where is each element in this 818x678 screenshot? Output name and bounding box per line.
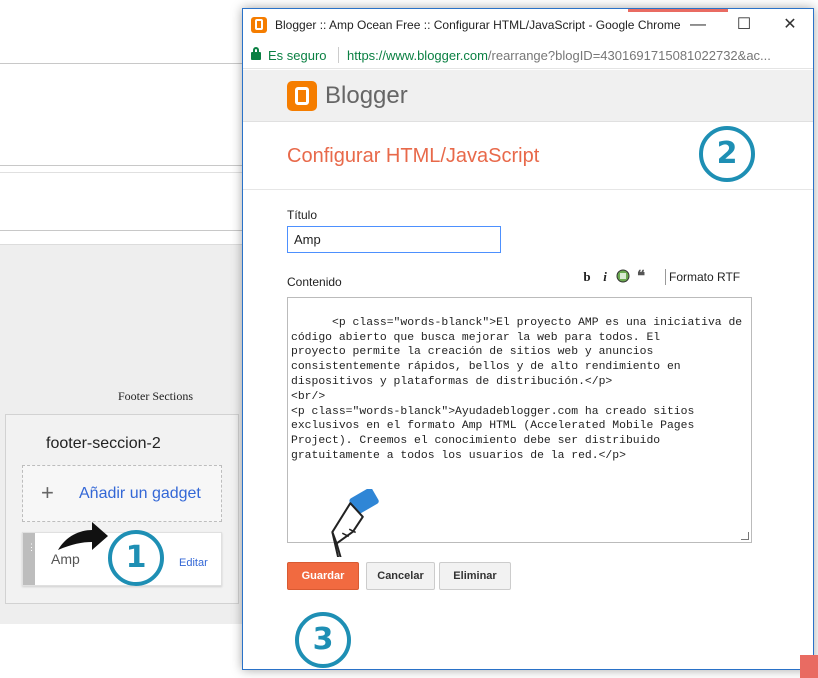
arrow-right-icon (58, 522, 108, 550)
lock-icon (251, 47, 261, 61)
quote-button[interactable]: ❝ (633, 268, 649, 286)
gadget-edit-link[interactable]: Editar (179, 557, 208, 569)
url-text[interactable]: https://www.blogger.com/rearrange?blogID… (347, 48, 771, 63)
secure-label: Es seguro (268, 48, 327, 63)
footer-sections-heading: Footer Sections (118, 389, 193, 403)
content-label: Contenido (287, 275, 342, 289)
pointing-hand-icon (331, 489, 379, 557)
background-divider (0, 63, 243, 64)
resize-handle[interactable] (741, 532, 749, 540)
url-host: https://www.blogger.com (347, 48, 488, 63)
window-titlebar: Blogger :: Amp Ocean Free :: Configurar … (243, 9, 813, 41)
close-button[interactable]: ✕ (767, 9, 813, 41)
delete-button[interactable]: Eliminar (439, 562, 511, 590)
image-insert-button[interactable] (615, 268, 631, 286)
url-path: /rearrange?blogID=4301691715081022732&ac… (487, 48, 771, 63)
window-title: Blogger :: Amp Ocean Free :: Configurar … (275, 18, 681, 32)
popup-window: Blogger :: Amp Ocean Free :: Configurar … (242, 8, 814, 670)
screen: Footer Sections footer-seccion-2 + Añadi… (0, 0, 818, 678)
add-gadget-button[interactable]: + Añadir un gadget (22, 465, 222, 522)
drag-handle[interactable]: ⋮ (23, 533, 36, 585)
italic-button[interactable]: i (597, 268, 613, 286)
rich-text-toggle[interactable]: Formato RTF (669, 270, 740, 284)
title-input[interactable] (287, 226, 501, 253)
section-name: footer-seccion-2 (46, 435, 161, 452)
address-separator (338, 47, 339, 63)
title-label: Título (287, 208, 318, 222)
background-divider (0, 165, 243, 166)
blogger-header: Blogger (243, 70, 813, 122)
background-divider (0, 172, 243, 173)
bold-button[interactable]: b (579, 268, 595, 286)
save-button[interactable]: Guardar (287, 562, 359, 590)
toolbar-separator (665, 269, 666, 285)
annotation-step-2: 2 (699, 126, 755, 182)
blogger-favicon-icon (251, 17, 267, 33)
minimize-button[interactable]: — (675, 9, 721, 41)
maximize-button[interactable]: ☐ (721, 9, 767, 41)
dialog-divider (243, 189, 813, 190)
address-bar[interactable]: Es seguro https://www.blogger.com/rearra… (243, 41, 813, 69)
background-divider (0, 230, 243, 231)
cancel-button[interactable]: Cancelar (366, 562, 435, 590)
dialog-title: Configurar HTML/JavaScript (287, 145, 540, 167)
annotation-step-3: 3 (295, 612, 351, 668)
image-icon (616, 269, 630, 283)
blogger-logo-icon (287, 81, 317, 111)
plus-icon: + (41, 480, 54, 505)
brand-name: Blogger (325, 82, 408, 109)
background-window-edge (800, 655, 818, 678)
annotation-step-1: 1 (108, 530, 164, 586)
content-text: <p class="words-blanck">El proyecto AMP … (291, 316, 743, 462)
add-gadget-label: Añadir un gadget (79, 485, 201, 502)
